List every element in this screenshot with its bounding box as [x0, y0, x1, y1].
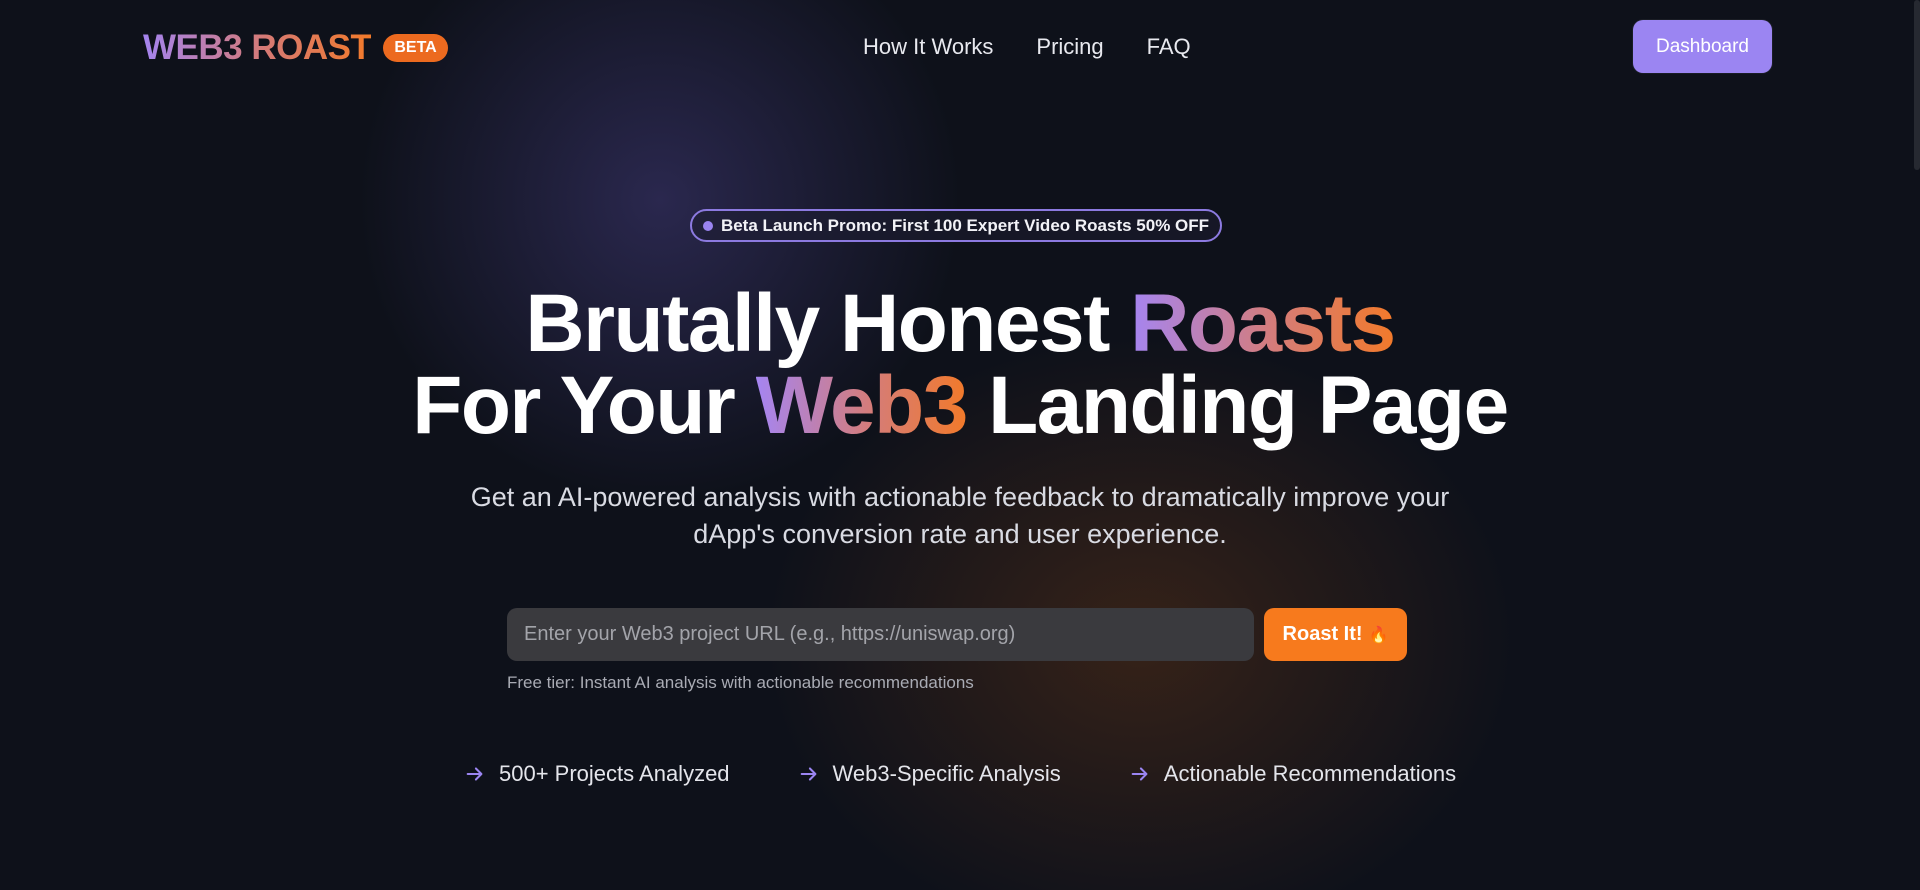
promo-banner: Beta Launch Promo: First 100 Expert Vide… — [690, 209, 1222, 242]
headline-plain-2a: For Your — [412, 360, 756, 451]
dashboard-button[interactable]: Dashboard — [1633, 20, 1772, 73]
feature-label: Web3-Specific Analysis — [832, 761, 1061, 786]
headline-accent-web3: Web3 — [755, 360, 969, 451]
nav-pricing[interactable]: Pricing — [1036, 34, 1103, 60]
arrow-right-icon — [1131, 767, 1148, 781]
feature-list: 500+ Projects Analyzed Web3-Specific Ana… — [464, 760, 1456, 788]
feature-item: 500+ Projects Analyzed — [464, 760, 730, 788]
roast-button[interactable]: Roast It! 🔥 — [1264, 608, 1407, 661]
headline-accent-roasts: Roasts — [1130, 278, 1396, 369]
feature-label: 500+ Projects Analyzed — [499, 761, 730, 786]
logo-text: WEB3 ROAST — [143, 28, 372, 67]
nav-faq[interactable]: FAQ — [1147, 34, 1191, 60]
headline-line-1: Brutally Honest Roasts — [0, 283, 1920, 365]
scrollbar[interactable] — [1914, 0, 1920, 170]
feature-item: Actionable Recommendations — [1129, 760, 1456, 788]
dot-icon — [702, 220, 713, 231]
free-tier-note: Free tier: Instant AI analysis with acti… — [507, 673, 974, 692]
feature-label: Actionable Recommendations — [1163, 761, 1457, 786]
landing-page: WEB3 ROAST BETA How It Works Pricing FAQ… — [0, 0, 1920, 890]
nav-how-it-works[interactable]: How It Works — [863, 34, 993, 60]
fire-icon: 🔥 — [1368, 626, 1389, 644]
headline-plain-1: Brutally Honest — [525, 278, 1131, 369]
feature-item: Web3-Specific Analysis — [798, 760, 1061, 788]
url-input[interactable] — [507, 608, 1254, 661]
roast-button-label: Roast It! — [1282, 623, 1363, 645]
headline-line-2: For Your Web3 Landing Page — [0, 365, 1920, 447]
promo-text: Beta Launch Promo: First 100 Expert Vide… — [720, 215, 1210, 235]
headline-plain-2b: Landing Page — [966, 360, 1509, 451]
hero-subtitle: Get an AI-powered analysis with actionab… — [470, 482, 1450, 549]
hero-headline: Brutally Honest Roasts For Your Web3 Lan… — [0, 283, 1920, 447]
logo[interactable]: WEB3 ROAST BETA — [143, 28, 448, 68]
arrow-right-icon — [800, 767, 816, 781]
main-nav: How It Works Pricing FAQ — [863, 34, 1191, 60]
arrow-right-icon — [466, 767, 483, 781]
beta-badge: BETA — [383, 34, 448, 62]
